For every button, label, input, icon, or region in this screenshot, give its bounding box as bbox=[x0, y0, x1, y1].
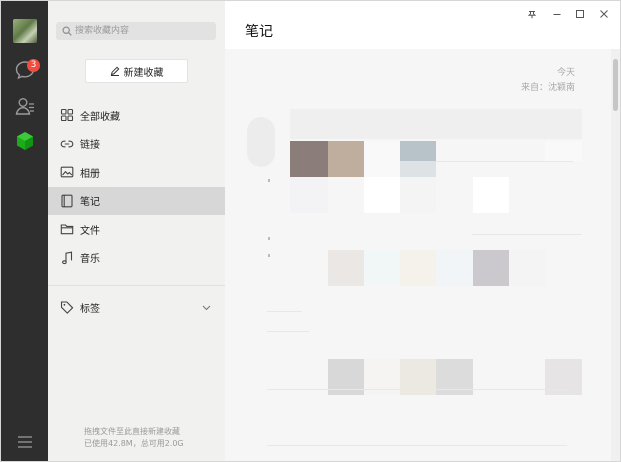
folder-icon bbox=[60, 224, 74, 235]
image-thumbnail bbox=[436, 250, 473, 286]
note-date: 今天 bbox=[556, 68, 575, 78]
favorites-cube-icon[interactable] bbox=[14, 130, 36, 152]
minimize-icon[interactable] bbox=[552, 9, 562, 19]
category-menu: 全部收藏 链接 相册 笔记 文件 音乐 bbox=[48, 101, 225, 272]
image-thumbnail bbox=[400, 177, 436, 213]
image-thumbnail bbox=[509, 250, 545, 286]
sidebar-item-music[interactable]: 音乐 bbox=[48, 244, 225, 273]
sidebar-item-label: 相册 bbox=[80, 168, 100, 180]
image-thumbnail bbox=[290, 177, 328, 213]
sidebar-item-files[interactable]: 文件 bbox=[48, 215, 225, 244]
sidebar-item-label: 音乐 bbox=[80, 254, 100, 266]
sidebar-item-label: 笔记 bbox=[80, 197, 100, 209]
content-divider bbox=[472, 234, 582, 235]
sidebar-item-label: 链接 bbox=[80, 140, 100, 152]
image-thumbnail bbox=[364, 141, 400, 177]
new-favorite-button[interactable]: 新建收藏 bbox=[85, 59, 188, 83]
pin-icon[interactable] bbox=[527, 9, 537, 19]
tag-icon bbox=[60, 301, 74, 314]
main-panel: 笔记 今天 来自：沈颖南 bbox=[225, 1, 620, 461]
content-divider bbox=[267, 311, 302, 312]
image-thumbnail bbox=[473, 177, 509, 213]
unread-badge: 3 bbox=[27, 59, 40, 72]
image-thumbnail bbox=[400, 250, 436, 286]
maximize-icon[interactable] bbox=[575, 9, 585, 19]
image-thumbnail bbox=[290, 141, 328, 177]
sidebar-item-links[interactable]: 链接 bbox=[48, 130, 225, 159]
music-icon bbox=[62, 251, 73, 264]
sidebar-item-label: 文件 bbox=[80, 225, 100, 237]
sidebar-divider bbox=[48, 285, 225, 286]
sidebar-item-album[interactable]: 相册 bbox=[48, 158, 225, 187]
sidebar: 新建收藏 全部收藏 链接 相册 笔记 文件 bbox=[48, 1, 225, 461]
sidebar-item-notes[interactable]: 笔记 bbox=[48, 186, 225, 215]
scrollbar-thumb[interactable] bbox=[613, 59, 618, 111]
search-icon bbox=[62, 26, 72, 36]
image-icon bbox=[60, 166, 74, 178]
main-header: 笔记 bbox=[225, 1, 620, 50]
link-icon bbox=[60, 140, 74, 148]
icon-bar: 3 bbox=[1, 1, 48, 461]
new-favorite-label: 新建收藏 bbox=[123, 67, 164, 79]
note-source: 来自：沈颖南 bbox=[520, 83, 575, 93]
note-icon bbox=[61, 194, 73, 208]
blurred-element bbox=[268, 237, 270, 240]
menu-icon[interactable] bbox=[17, 434, 33, 448]
page-title: 笔记 bbox=[245, 24, 273, 40]
favorites-window: 3 新建收藏 全部收藏 链接 bbox=[0, 0, 621, 462]
image-thumbnail bbox=[473, 250, 509, 286]
image-thumbnail bbox=[545, 141, 582, 161]
search-input[interactable] bbox=[75, 22, 211, 40]
content-divider bbox=[267, 331, 309, 332]
blurred-element bbox=[268, 179, 270, 182]
blurred-element bbox=[247, 117, 275, 167]
search-box[interactable] bbox=[56, 22, 216, 40]
image-thumbnail bbox=[328, 141, 364, 177]
storage-info: 拖拽文件至此直接新建收藏 已使用42.8M，总可用2.0G bbox=[84, 426, 224, 450]
sidebar-item-label: 全部收藏 bbox=[80, 111, 120, 123]
avatar[interactable] bbox=[13, 19, 37, 43]
image-thumbnail bbox=[400, 161, 436, 177]
drag-hint: 拖拽文件至此直接新建收藏 bbox=[84, 427, 180, 436]
contacts-icon[interactable] bbox=[14, 95, 36, 117]
image-thumbnail bbox=[364, 177, 400, 213]
chevron-down-icon[interactable] bbox=[202, 303, 211, 312]
image-thumbnail bbox=[328, 250, 364, 286]
blurred-element bbox=[268, 254, 270, 257]
sidebar-item-all[interactable]: 全部收藏 bbox=[48, 101, 225, 130]
content-divider bbox=[267, 389, 567, 390]
grid-icon bbox=[60, 109, 74, 122]
note-preview[interactable]: 今天 来自：沈颖南 bbox=[225, 49, 611, 461]
blurred-banner bbox=[290, 109, 582, 139]
image-thumbnail bbox=[400, 141, 436, 161]
pen-icon bbox=[110, 66, 119, 76]
close-icon[interactable] bbox=[599, 9, 609, 19]
storage-usage: 已使用42.8M，总可用2.0G bbox=[84, 439, 184, 448]
content-divider bbox=[267, 445, 567, 446]
tags-label: 标签 bbox=[80, 303, 100, 315]
scrollbar[interactable] bbox=[611, 49, 620, 461]
image-thumbnail bbox=[364, 250, 400, 286]
sidebar-item-tags[interactable]: 标签 bbox=[48, 294, 225, 320]
